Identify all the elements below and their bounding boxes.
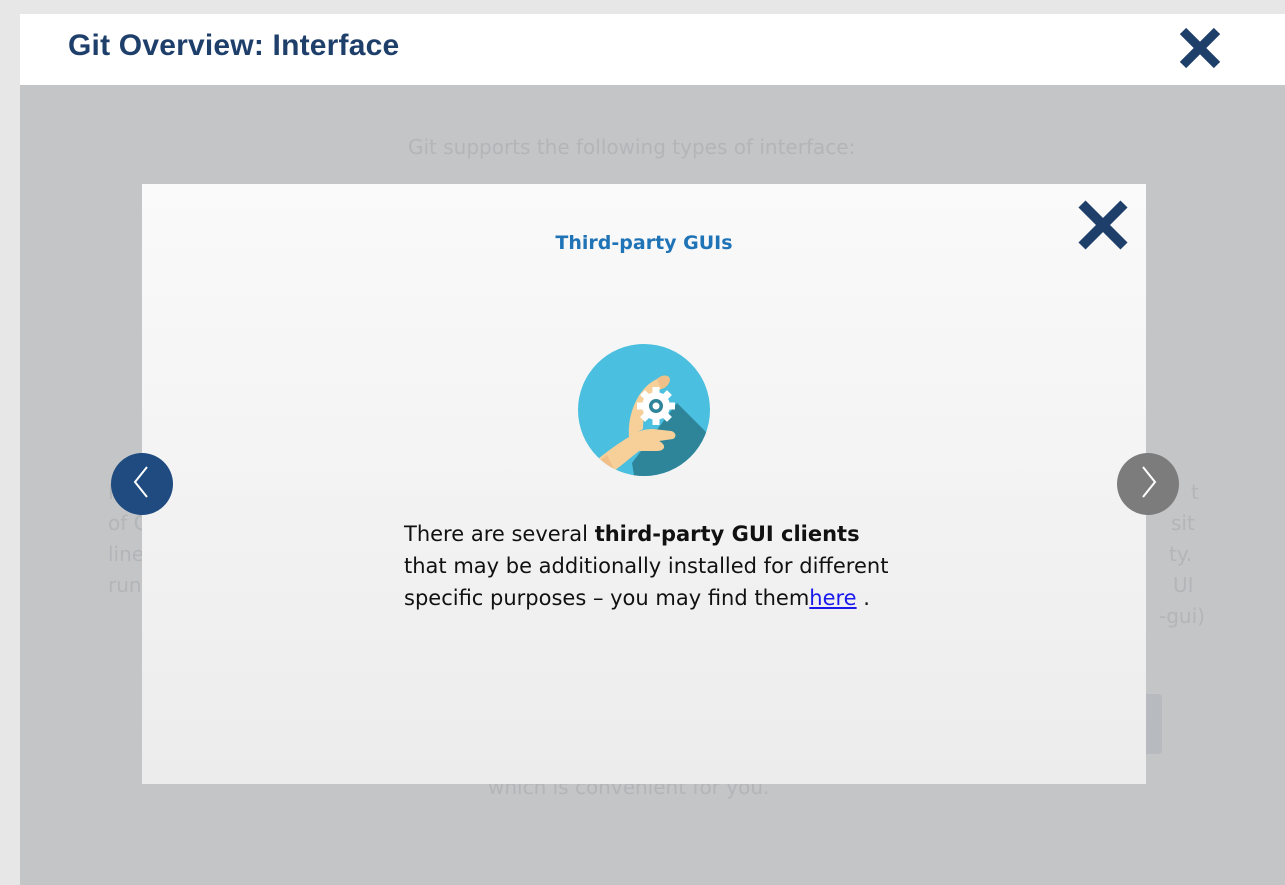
here-link[interactable]: here bbox=[809, 586, 856, 610]
chevron-left-icon bbox=[130, 464, 154, 505]
previous-button[interactable] bbox=[111, 453, 173, 515]
close-icon[interactable] bbox=[1177, 25, 1223, 71]
bold-phrase: third-party GUI clients bbox=[594, 522, 860, 546]
chevron-right-icon bbox=[1136, 464, 1160, 505]
title-bar: Git Overview: Interface bbox=[20, 14, 1285, 85]
info-modal: Third-party GUIs There are several third… bbox=[142, 184, 1146, 784]
next-button[interactable] bbox=[1117, 453, 1179, 515]
hand-holding-gear-icon bbox=[577, 343, 711, 477]
background-intro-text: Git supports the following types of inte… bbox=[408, 135, 856, 159]
modal-body-text: There are several third-party GUI client… bbox=[404, 522, 889, 610]
page-title: Git Overview: Interface bbox=[68, 29, 400, 62]
modal-heading: Third-party GUIs bbox=[555, 232, 733, 254]
